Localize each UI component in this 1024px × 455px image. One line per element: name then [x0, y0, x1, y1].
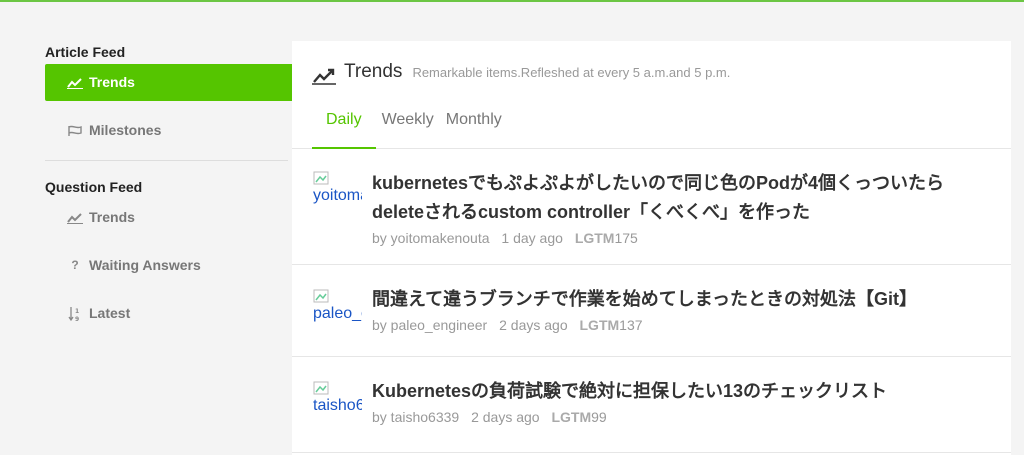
lgtm-label: LGTM	[579, 317, 620, 333]
lgtm-count: 175	[614, 230, 638, 246]
lgtm-count: 137	[619, 317, 643, 333]
article-title[interactable]: 間違えて違うブランチで作業を始めてしまったときの対処法【Git】	[372, 285, 991, 314]
tab-weekly[interactable]: Weekly	[376, 91, 440, 149]
lgtm-label: LGTM	[551, 409, 592, 425]
sidebar-item-milestones[interactable]: Milestones	[45, 112, 292, 149]
article-feed-heading: Article Feed	[45, 44, 126, 60]
sidebar-item-waiting-answers[interactable]: ? Waiting Answers	[45, 247, 292, 284]
author-link[interactable]: by taisho6339	[372, 409, 459, 425]
article-meta: by taisho6339 2 days ago LGTM99	[372, 409, 991, 425]
article-title[interactable]: kubernetesでもぷよぷよがしたいので同じ色のPodが4個くっついたらde…	[372, 169, 991, 227]
sidebar: Article Feed Trends Milestones Question …	[45, 40, 292, 343]
flag-icon	[67, 125, 83, 137]
sidebar-item-article-trends[interactable]: Trends	[45, 64, 292, 101]
page-subtitle: Remarkable items.Refleshed at every 5 a.…	[412, 65, 731, 80]
sidebar-item-latest[interactable]: 19 Latest	[45, 295, 292, 332]
svg-text:9: 9	[75, 316, 79, 322]
svg-text:1: 1	[75, 308, 79, 315]
broken-image-icon	[313, 381, 329, 395]
posted-time: 2 days ago	[471, 409, 540, 425]
sidebar-item-label: Latest	[89, 305, 131, 321]
avatar-alt-text: yoitomakenouta	[313, 187, 362, 204]
posted-time: 1 day ago	[501, 230, 563, 246]
avatar[interactable]: taisho6339	[313, 381, 362, 421]
posted-time: 2 days ago	[499, 317, 568, 333]
trend-icon	[67, 77, 83, 89]
period-tabs: Daily Weekly Monthly	[292, 91, 1011, 149]
sidebar-item-label: Trends	[89, 209, 135, 225]
tab-daily[interactable]: Daily	[312, 91, 376, 149]
broken-image-icon	[313, 171, 329, 185]
article-meta: by paleo_engineer 2 days ago LGTM137	[372, 317, 991, 333]
main-header: Trends Remarkable items.Refleshed at eve…	[292, 41, 1011, 91]
trend-icon	[312, 68, 336, 85]
avatar[interactable]: paleo_engineer	[313, 289, 362, 329]
list-item: taisho6339 Kubernetesの負荷試験で絶対に担保したい13のチェ…	[292, 357, 1011, 453]
avatar-alt-text: paleo_engineer	[313, 305, 362, 322]
author-link[interactable]: by paleo_engineer	[372, 317, 487, 333]
sidebar-item-label: Trends	[89, 74, 135, 90]
sidebar-divider	[45, 160, 288, 161]
sort-icon: 19	[67, 306, 83, 322]
lgtm-count: 99	[591, 409, 607, 425]
tab-monthly[interactable]: Monthly	[440, 91, 508, 149]
article-title[interactable]: Kubernetesの負荷試験で絶対に担保したい13のチェックリスト	[372, 377, 991, 406]
lgtm-label: LGTM	[574, 230, 615, 246]
question-feed-heading: Question Feed	[45, 179, 143, 195]
broken-image-icon	[313, 289, 329, 303]
avatar[interactable]: yoitomakenouta	[313, 171, 362, 211]
sidebar-item-label: Milestones	[89, 122, 162, 138]
top-accent-bar	[0, 0, 1024, 2]
main-panel: Trends Remarkable items.Refleshed at eve…	[292, 41, 1011, 455]
trend-icon	[67, 212, 83, 224]
question-icon: ?	[71, 258, 79, 272]
avatar-alt-text: taisho6339	[313, 397, 362, 414]
article-meta: by yoitomakenouta 1 day ago LGTM175	[372, 230, 991, 246]
sidebar-item-question-trends[interactable]: Trends	[45, 199, 292, 236]
sidebar-item-label: Waiting Answers	[89, 257, 201, 273]
list-item: yoitomakenouta kubernetesでもぷよぷよがしたいので同じ色…	[292, 149, 1011, 265]
author-link[interactable]: by yoitomakenouta	[372, 230, 490, 246]
page-title: Trends	[344, 61, 403, 82]
list-item: paleo_engineer 間違えて違うブランチで作業を始めてしまったときの対…	[292, 265, 1011, 357]
